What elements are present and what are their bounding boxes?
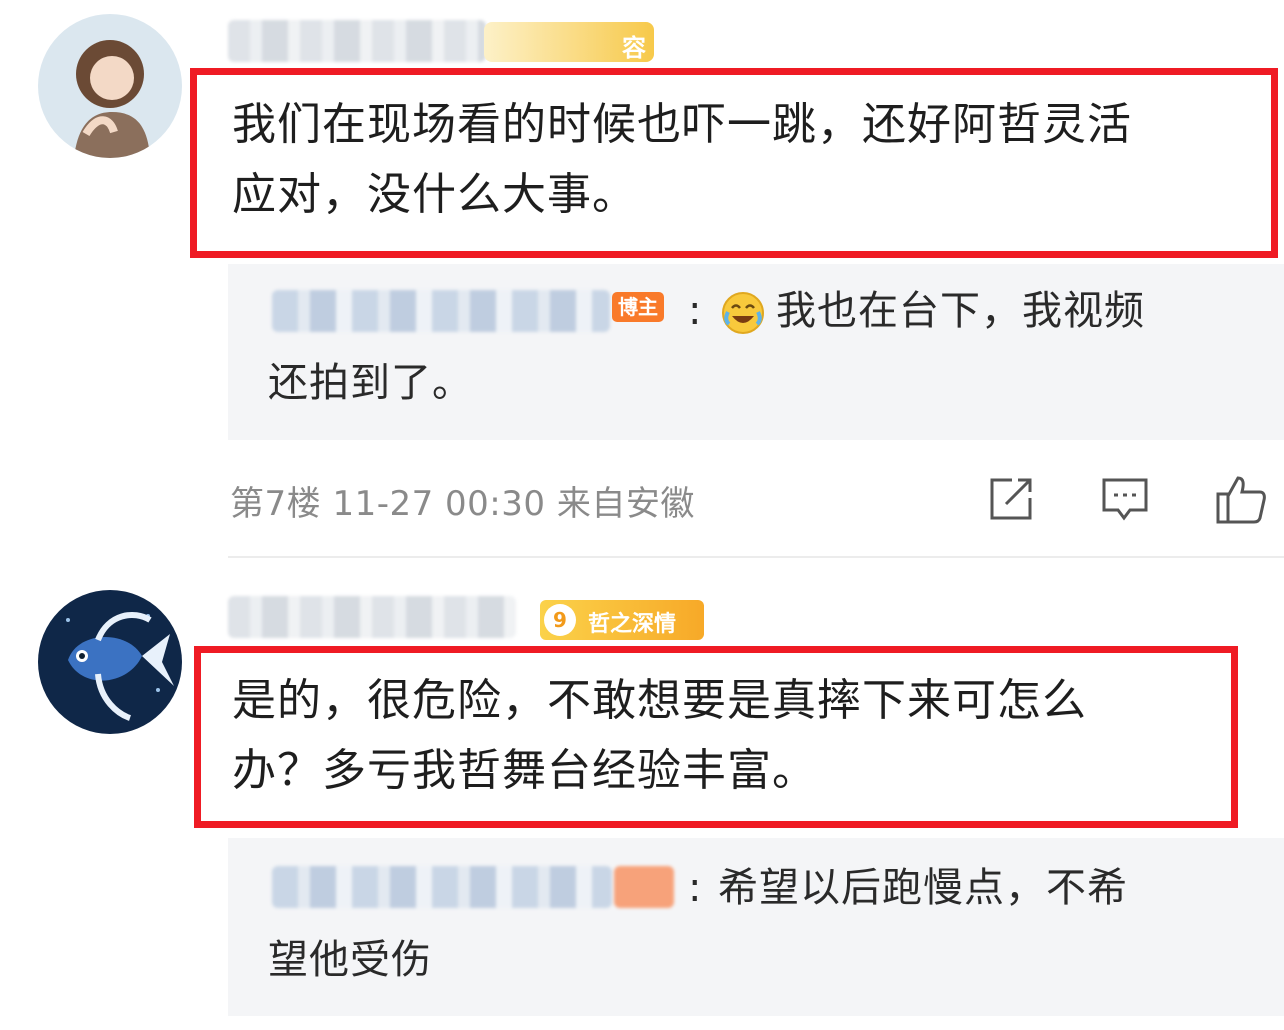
- divider: [228, 556, 1284, 558]
- reply-text-line: 希望以后跑慢点，不希: [718, 865, 1128, 911]
- comment-icon[interactable]: [1100, 474, 1150, 524]
- comment-text-line: 是的，很危险，不敢想要是真摔下来可怎么: [232, 675, 1087, 726]
- avatar[interactable]: [38, 14, 182, 158]
- comment-meta: 第7楼 11-27 00:30 来自安徽: [230, 484, 695, 524]
- fan-badge: 9 哲之深情: [540, 600, 704, 640]
- avatar-fish-image: [38, 590, 182, 734]
- comment-text-line: 应对，没什么大事。: [232, 169, 637, 220]
- username-blurred[interactable]: [228, 596, 516, 638]
- comment-text-line: 办？多亏我哲舞台经验丰富。: [232, 745, 817, 796]
- reply-first-line: : 希望以后跑慢点，不希: [268, 852, 1268, 924]
- laugh-cry-emoji-icon: [720, 287, 766, 334]
- reply-colon: :: [688, 288, 703, 334]
- fan-level: 9: [544, 604, 576, 636]
- like-icon[interactable]: [1214, 472, 1268, 526]
- reply-text-line: 还拍到了。: [268, 360, 473, 406]
- reply-text-line: 我也在台下，我视频: [776, 288, 1145, 334]
- reply-colon: :: [688, 865, 703, 911]
- fan-badge-label: 哲之深情: [588, 612, 677, 637]
- avatar-woman-image: [38, 14, 182, 158]
- avatar[interactable]: [38, 590, 182, 734]
- username-blurred[interactable]: [228, 20, 486, 62]
- reply-text-line: 望他受伤: [268, 937, 432, 983]
- reply-text: : 我也在台下，我视频 还拍到了。: [268, 275, 1268, 419]
- share-icon[interactable]: [986, 474, 1036, 524]
- comment-text: 我们在现场看的时候也吓一跳，还好阿哲灵活 应对，没什么大事。: [232, 90, 1272, 230]
- user-badge: 容: [484, 22, 654, 62]
- user-badge-label: 容: [622, 34, 646, 62]
- comment-text-line: 我们在现场看的时候也吓一跳，还好阿哲灵活: [232, 99, 1132, 150]
- comment-text: 是的，很危险，不敢想要是真摔下来可怎么 办？多亏我哲舞台经验丰富。: [232, 666, 1232, 806]
- reply-text: : 希望以后跑慢点，不希 望他受伤: [268, 852, 1268, 996]
- reply-first-line: : 我也在台下，我视频: [268, 275, 1268, 347]
